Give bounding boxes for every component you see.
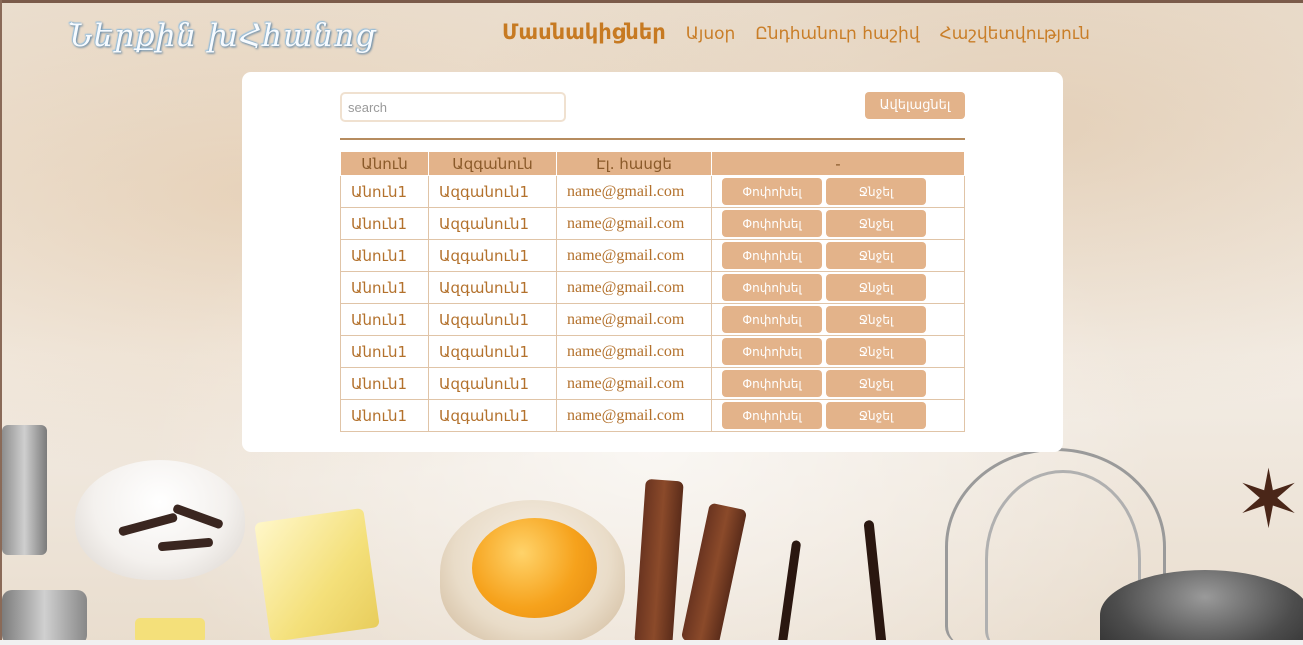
table-row: Անուն1 Ազգանուն1 name@gmail.com Փոփոխել Ջ…	[340, 335, 965, 368]
column-header-surname[interactable]: Ազգանուն	[428, 151, 557, 176]
edit-button[interactable]: Փոփոխել	[722, 370, 822, 397]
cell-name: Անուն1	[340, 271, 429, 304]
cell-surname: Ազգանուն1	[428, 271, 557, 304]
delete-button[interactable]: Ջնջել	[826, 402, 926, 429]
cell-email: name@gmail.com	[556, 399, 712, 432]
edit-button[interactable]: Փոփոխել	[722, 210, 822, 237]
cell-surname: Ազգանուն1	[428, 399, 557, 432]
cell-actions: Փոփոխել Ջնջել	[711, 175, 965, 208]
cell-name: Անուն1	[340, 335, 429, 368]
cell-email: name@gmail.com	[556, 271, 712, 304]
column-header-name[interactable]: Անուն	[340, 151, 429, 176]
table-row: Անուն1 Ազգանուն1 name@gmail.com Փոփոխել Ջ…	[340, 239, 965, 272]
delete-button[interactable]: Ջնջել	[826, 338, 926, 365]
delete-button[interactable]: Ջնջել	[826, 370, 926, 397]
cell-actions: Փոփոխել Ջնջել	[711, 207, 965, 240]
cell-name: Անուն1	[340, 399, 429, 432]
window-border-top	[0, 0, 1303, 3]
participants-table: Անուն Ազգանուն Էլ. հասցե - Անուն1 Ազգանո…	[340, 151, 965, 432]
nav-item-total-account[interactable]: Ընդհանուր հաշիվ	[755, 24, 919, 44]
cell-email: name@gmail.com	[556, 175, 712, 208]
delete-button[interactable]: Ջնջել	[826, 242, 926, 269]
delete-button[interactable]: Ջնջել	[826, 274, 926, 301]
nav-item-participants[interactable]: Մասնակիցներ	[502, 20, 666, 44]
table-row: Անուն1 Ազգանուն1 name@gmail.com Փոփոխել Ջ…	[340, 303, 965, 336]
cell-surname: Ազգանուն1	[428, 207, 557, 240]
edit-button[interactable]: Փոփոխել	[722, 402, 822, 429]
star-anise-decoration: ✶	[1235, 453, 1303, 546]
cell-surname: Ազգանուն1	[428, 175, 557, 208]
cell-email: name@gmail.com	[556, 303, 712, 336]
cell-actions: Փոփոխել Ջնջել	[711, 271, 965, 304]
cell-surname: Ազգանուն1	[428, 335, 557, 368]
add-button[interactable]: Ավելացնել	[865, 92, 965, 119]
cell-surname: Ազգանուն1	[428, 239, 557, 272]
cell-email: name@gmail.com	[556, 335, 712, 368]
egg-yolk-decoration	[472, 518, 597, 618]
cell-name: Անուն1	[340, 303, 429, 336]
cookie-cutter-decoration	[2, 425, 47, 555]
table-row: Անուն1 Ազգանուն1 name@gmail.com Փոփոխել Ջ…	[340, 175, 965, 208]
cookie-cutter-decoration	[2, 590, 87, 645]
cell-actions: Փոփոխել Ջնջել	[711, 335, 965, 368]
edit-button[interactable]: Փոփոխել	[722, 306, 822, 333]
site-logo[interactable]: Ներքին խՀհանոց	[68, 18, 376, 54]
cell-surname: Ազգանուն1	[428, 367, 557, 400]
cell-email: name@gmail.com	[556, 367, 712, 400]
cell-email: name@gmail.com	[556, 239, 712, 272]
search-input[interactable]	[340, 92, 566, 122]
cell-actions: Փոփոխել Ջնջել	[711, 239, 965, 272]
cell-name: Անուն1	[340, 239, 429, 272]
table-row: Անուն1 Ազգանուն1 name@gmail.com Փոփոխել Ջ…	[340, 367, 965, 400]
cell-name: Անուն1	[340, 367, 429, 400]
column-header-email[interactable]: Էլ. հասցե	[556, 151, 712, 176]
edit-button[interactable]: Փոփոխել	[722, 242, 822, 269]
edit-button[interactable]: Փոփոխել	[722, 274, 822, 301]
nav-item-today[interactable]: Այսօր	[686, 24, 736, 44]
table-header-row: Անուն Ազգանուն Էլ. հասցե -	[340, 151, 965, 176]
nav-item-report[interactable]: Հաշվետվություն	[940, 24, 1090, 44]
column-header-actions: -	[711, 151, 965, 176]
cell-email: name@gmail.com	[556, 207, 712, 240]
window-border-bottom	[0, 640, 1303, 645]
edit-button[interactable]: Փոփոխել	[722, 178, 822, 205]
delete-button[interactable]: Ջնջել	[826, 210, 926, 237]
cell-actions: Փոփոխել Ջնջել	[711, 367, 965, 400]
delete-button[interactable]: Ջնջել	[826, 178, 926, 205]
edit-button[interactable]: Փոփոխել	[722, 338, 822, 365]
table-row: Անուն1 Ազգանուն1 name@gmail.com Փոփոխել Ջ…	[340, 271, 965, 304]
divider	[340, 138, 965, 140]
cell-actions: Փոփոխել Ջնջել	[711, 303, 965, 336]
table-row: Անուն1 Ազգանուն1 name@gmail.com Փոփոխել Ջ…	[340, 399, 965, 432]
table-row: Անուն1 Ազգանուն1 name@gmail.com Փոփոխել Ջ…	[340, 207, 965, 240]
main-nav: Մասնակիցներ Այսօր Ընդհանուր հաշիվ Հաշվետ…	[502, 20, 1090, 44]
cell-name: Անուն1	[340, 207, 429, 240]
cell-actions: Փոփոխել Ջնջել	[711, 399, 965, 432]
delete-button[interactable]: Ջնջել	[826, 306, 926, 333]
butter-decoration	[254, 507, 380, 643]
cell-surname: Ազգանուն1	[428, 303, 557, 336]
cell-name: Անուն1	[340, 175, 429, 208]
